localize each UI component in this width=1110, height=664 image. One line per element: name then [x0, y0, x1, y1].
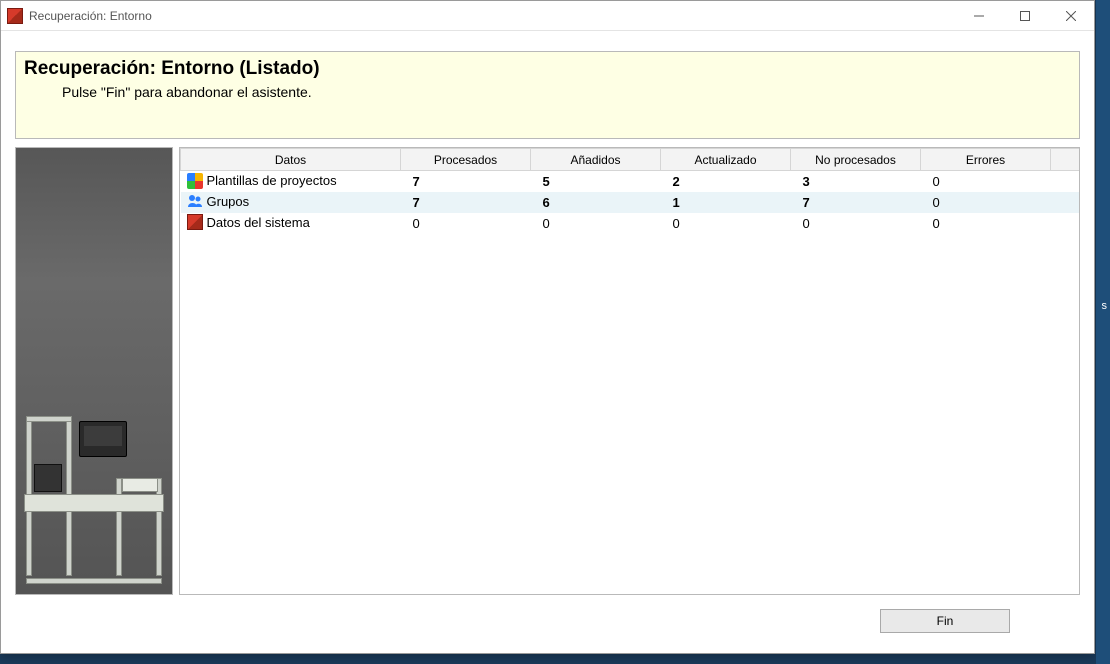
cell-no-procesados: 7	[791, 192, 921, 213]
cell-errores: 0	[921, 192, 1051, 213]
col-errores[interactable]: Errores	[921, 149, 1051, 171]
table-row[interactable]: Datos del sistema00000	[181, 213, 1080, 234]
minimize-button[interactable]	[956, 1, 1002, 31]
wizard-sidebar	[15, 147, 173, 595]
results-table: Datos Procesados Añadidos Actualizado No…	[180, 148, 1079, 234]
cell-label: Datos del sistema	[181, 213, 401, 234]
titlebar[interactable]: Recuperación: Entorno	[1, 1, 1094, 31]
cell-spacer	[1051, 213, 1080, 234]
client-area: Recuperación: Entorno (Listado) Pulse "F…	[15, 51, 1080, 639]
cell-anadidos: 6	[531, 192, 661, 213]
cell-spacer	[1051, 192, 1080, 213]
cell-no-procesados: 3	[791, 171, 921, 192]
close-button[interactable]	[1048, 1, 1094, 31]
window-title: Recuperación: Entorno	[29, 9, 152, 23]
cell-anadidos: 5	[531, 171, 661, 192]
table-body: Plantillas de proyectos75230Grupos76170D…	[181, 171, 1080, 234]
col-no-procesados[interactable]: No procesados	[791, 149, 921, 171]
cell-anadidos: 0	[531, 213, 661, 234]
cell-no-procesados: 0	[791, 213, 921, 234]
results-table-container: Datos Procesados Añadidos Actualizado No…	[179, 147, 1080, 595]
background-window-sliver: s	[1096, 0, 1110, 664]
system-icon	[187, 214, 203, 230]
cell-errores: 0	[921, 213, 1051, 234]
page-subtitle: Pulse "Fin" para abandonar el asistente.	[62, 84, 1071, 100]
cell-actualizado: 1	[661, 192, 791, 213]
window-controls	[956, 1, 1094, 31]
header-banner: Recuperación: Entorno (Listado) Pulse "F…	[15, 51, 1080, 139]
groups-icon	[187, 193, 203, 209]
col-actualizado[interactable]: Actualizado	[661, 149, 791, 171]
body-row: Datos Procesados Añadidos Actualizado No…	[15, 147, 1080, 595]
machine-illustration	[24, 416, 164, 586]
cell-procesados: 7	[401, 171, 531, 192]
col-spacer	[1051, 149, 1080, 171]
col-datos[interactable]: Datos	[181, 149, 401, 171]
fin-button[interactable]: Fin	[880, 609, 1010, 633]
table-header-row: Datos Procesados Añadidos Actualizado No…	[181, 149, 1080, 171]
cell-errores: 0	[921, 171, 1051, 192]
col-anadidos[interactable]: Añadidos	[531, 149, 661, 171]
table-row[interactable]: Plantillas de proyectos75230	[181, 171, 1080, 192]
cell-label: Grupos	[181, 192, 401, 213]
cell-spacer	[1051, 171, 1080, 192]
page-title: Recuperación: Entorno (Listado)	[24, 58, 1071, 80]
cell-actualizado: 0	[661, 213, 791, 234]
maximize-button[interactable]	[1002, 1, 1048, 31]
templates-icon	[187, 173, 203, 189]
table-row[interactable]: Grupos76170	[181, 192, 1080, 213]
dialog-window: Recuperación: Entorno Recuperación: Ento…	[0, 0, 1095, 654]
app-icon	[7, 8, 23, 24]
footer: Fin	[15, 603, 1080, 639]
col-procesados[interactable]: Procesados	[401, 149, 531, 171]
cell-procesados: 7	[401, 192, 531, 213]
cell-actualizado: 2	[661, 171, 791, 192]
cell-label: Plantillas de proyectos	[181, 171, 401, 192]
cell-procesados: 0	[401, 213, 531, 234]
